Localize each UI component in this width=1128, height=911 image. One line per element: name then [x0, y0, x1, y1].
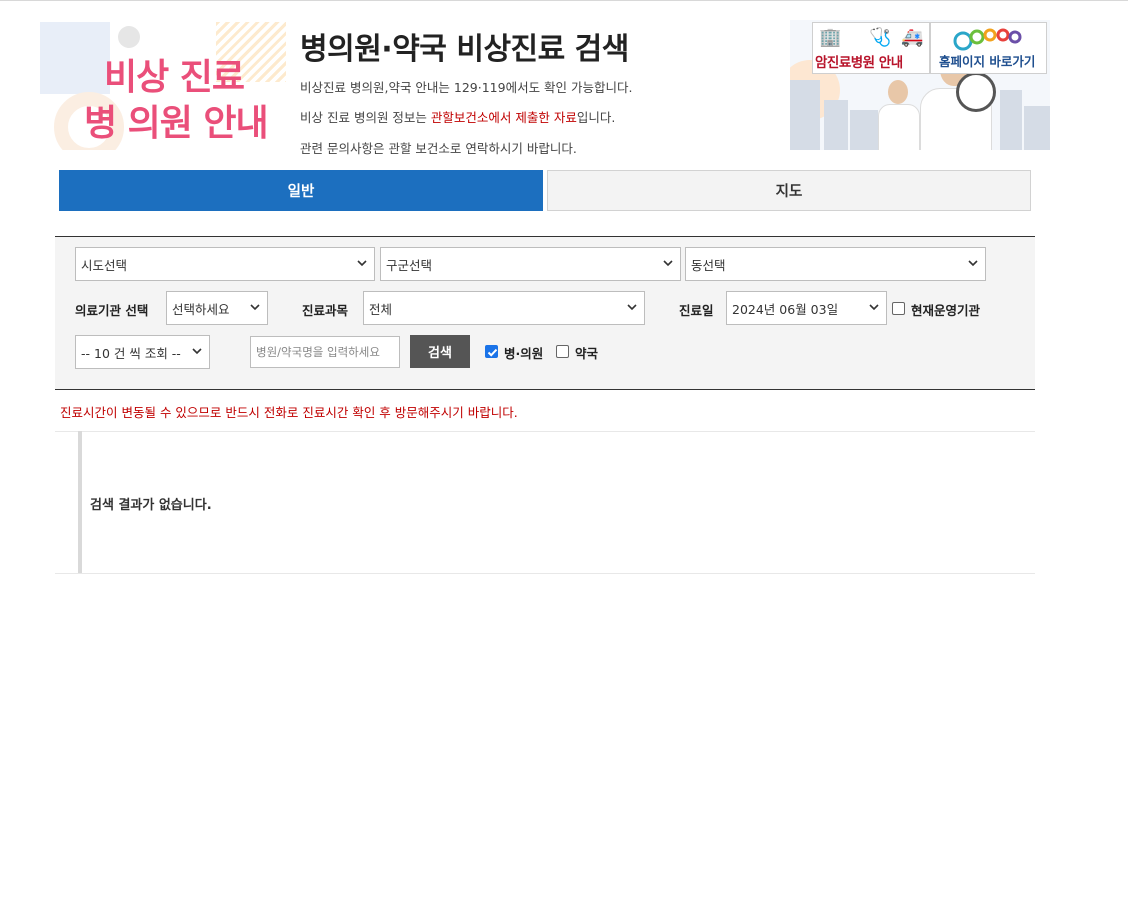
results-divider — [55, 573, 1035, 574]
sido-select-value: 시도선택 — [81, 257, 128, 273]
results-accent-bar — [78, 431, 82, 573]
results-divider — [55, 431, 1035, 432]
open-now-checkbox[interactable] — [892, 302, 905, 315]
cancer-hospital-guide-label: 암진료병원 안내 — [815, 55, 903, 71]
tab-general[interactable]: 일반 — [59, 170, 543, 211]
building-shape — [790, 80, 820, 150]
open-now-label: 현재운영기관 — [911, 303, 981, 318]
date-select-value: 2024년 06월 03일 — [732, 301, 839, 317]
building-shape — [850, 110, 878, 150]
keyword-search-input[interactable] — [250, 336, 400, 368]
department-label: 진료과목 — [302, 303, 349, 318]
institution-label: 의료기관 선택 — [75, 303, 149, 318]
date-label: 진료일 — [679, 303, 714, 318]
department-select[interactable]: 전체 — [363, 291, 645, 325]
doctor-figure — [878, 80, 920, 150]
building-shape — [1024, 106, 1050, 150]
pharmacy-checkbox[interactable] — [556, 345, 569, 358]
hours-warning-notice: 진료시간이 변동될 수 있으므로 반드시 전화로 진료시간 확인 후 방문해주시… — [60, 405, 518, 420]
checkmark-icon — [487, 348, 498, 357]
chevron-down-icon — [663, 260, 673, 267]
chevron-down-icon — [192, 348, 202, 355]
info-source-suffix: 입니다. — [576, 110, 616, 125]
dong-select[interactable]: 동선택 — [685, 247, 986, 281]
logo-text-line2: 병 의원 안내 — [84, 103, 269, 144]
clock-icon — [956, 72, 996, 112]
institution-select[interactable]: 선택하세요 — [166, 291, 268, 325]
chevron-down-icon — [250, 304, 260, 311]
medical-box-icon: 🩺 — [869, 27, 892, 48]
info-source-highlight: 관할보건소에서 제출한 자료 — [430, 110, 577, 125]
chevron-down-icon — [627, 304, 637, 311]
homepage-link-label: 홈페이지 바로가기 — [939, 54, 1036, 69]
emergency-care-logo: 비상 진료 병 의원 안내 — [40, 22, 286, 150]
info-line-source: 비상 진료 병의원 정보는 관할보건소에서 제출한 자료입니다. — [300, 107, 615, 126]
building-shape — [1000, 90, 1022, 150]
search-button[interactable]: 검색 — [410, 335, 470, 368]
date-select[interactable]: 2024년 06월 03일 — [726, 291, 887, 325]
info-source-prefix: 비상 진료 병의원 정보는 — [300, 110, 431, 125]
top-divider — [0, 0, 1128, 1]
org-logo-icon — [953, 28, 1022, 51]
chevron-down-icon — [869, 304, 879, 311]
no-results-message: 검색 결과가 없습니다. — [90, 498, 212, 513]
homepage-link-button[interactable]: 홈페이지 바로가기 — [930, 22, 1047, 74]
hospital-label: 병·의원 — [504, 346, 544, 361]
logo-decoration — [118, 26, 140, 48]
ambulance-icon: 🚑 — [901, 27, 924, 48]
hospital-building-icon: 🏢 — [819, 27, 842, 48]
cancer-hospital-guide-button[interactable]: 🏢 🩺 🚑 암진료병원 안내 — [812, 22, 930, 74]
sido-select[interactable]: 시도선택 — [75, 247, 375, 281]
gugun-select[interactable]: 구군선택 — [380, 247, 681, 281]
chevron-down-icon — [968, 260, 978, 267]
pharmacy-label: 약국 — [575, 346, 599, 361]
info-line-hotline: 비상진료 병의원,약국 안내는 129·119에서도 확인 가능합니다. — [300, 80, 633, 95]
department-select-value: 전체 — [369, 301, 393, 317]
page-size-select-value: -- 10 건 씩 조회 -- — [81, 345, 181, 361]
logo-text-line1: 비상 진료 — [104, 57, 245, 98]
page-title: 병의원·약국 비상진료 검색 — [300, 32, 629, 67]
institution-select-value: 선택하세요 — [172, 301, 230, 317]
hospital-checkbox[interactable] — [485, 345, 498, 358]
info-line-contact: 관련 문의사항은 관할 보건소로 연락하시기 바랍니다. — [300, 141, 577, 156]
chevron-down-icon — [357, 260, 367, 267]
dong-select-value: 동선택 — [691, 257, 726, 273]
page-size-select[interactable]: -- 10 건 씩 조회 -- — [75, 335, 210, 369]
tab-map[interactable]: 지도 — [547, 170, 1031, 211]
gugun-select-value: 구군선택 — [386, 257, 433, 273]
logo-decoration — [40, 22, 110, 94]
building-shape — [824, 100, 848, 150]
